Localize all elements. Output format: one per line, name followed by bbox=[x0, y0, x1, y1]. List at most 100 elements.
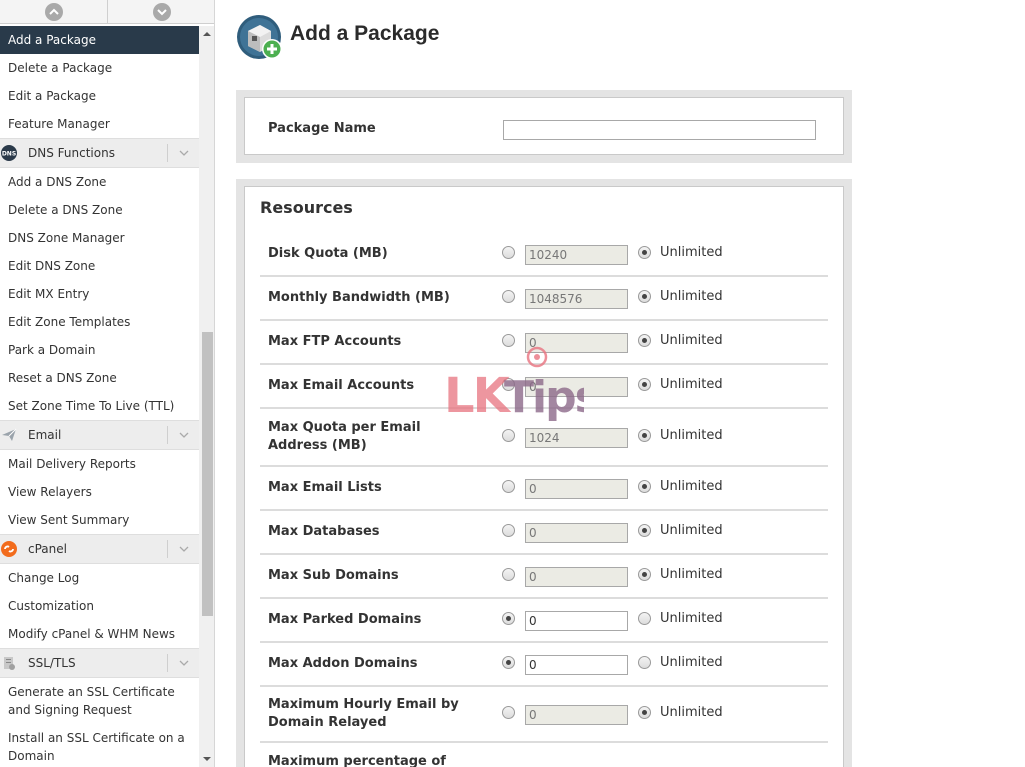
custom-value-radio[interactable] bbox=[502, 429, 515, 442]
resources-title: Resources bbox=[260, 198, 353, 217]
package-add-icon bbox=[236, 14, 284, 62]
sidebar-item-delete-a-package[interactable]: Delete a Package bbox=[0, 54, 199, 82]
sidebar-item-edit-mx-entry[interactable]: Edit MX Entry bbox=[0, 280, 199, 308]
sidebar-item-customization[interactable]: Customization bbox=[0, 592, 199, 620]
resource-row-monthly-bandwidth-mb: Monthly Bandwidth (MB) 1048576 Unlimited bbox=[260, 277, 828, 321]
unlimited-radio[interactable] bbox=[638, 568, 651, 581]
unlimited-label: Unlimited bbox=[660, 567, 723, 582]
resource-row-max-email-lists: Max Email Lists 0 Unlimited bbox=[260, 467, 828, 511]
main-content: Add a Package Package Name Resources Dis… bbox=[215, 0, 1025, 767]
unlimited-label: Unlimited bbox=[660, 705, 723, 720]
unlimited-radio[interactable] bbox=[638, 612, 651, 625]
sidebar-item-mail-delivery-reports[interactable]: Mail Delivery Reports bbox=[0, 450, 199, 478]
custom-value-radio[interactable] bbox=[502, 706, 515, 719]
chevron-down-icon[interactable] bbox=[167, 540, 199, 558]
unlimited-radio[interactable] bbox=[638, 524, 651, 537]
unlimited-label: Unlimited bbox=[660, 655, 723, 670]
resource-value-input[interactable]: 0 bbox=[525, 567, 628, 587]
sidebar-group-email[interactable]: Email bbox=[0, 420, 199, 450]
sidebar-group-label: DNS Functions bbox=[28, 146, 115, 160]
unlimited-radio[interactable] bbox=[638, 480, 651, 493]
custom-value-radio[interactable] bbox=[502, 246, 515, 259]
sidebar-item-change-log[interactable]: Change Log bbox=[0, 564, 199, 592]
unlimited-radio[interactable] bbox=[638, 429, 651, 442]
watermark-lk: LK bbox=[444, 368, 512, 424]
resource-label: Disk Quota (MB) bbox=[268, 246, 388, 261]
sidebar-group-cpanel[interactable]: cPanel bbox=[0, 534, 199, 564]
sidebar-item-edit-dns-zone[interactable]: Edit DNS Zone bbox=[0, 252, 199, 280]
svg-text:DNS: DNS bbox=[2, 151, 16, 158]
custom-value-radio[interactable] bbox=[502, 612, 515, 625]
cpanel-icon bbox=[1, 541, 17, 557]
unlimited-radio[interactable] bbox=[638, 246, 651, 259]
unlimited-radio[interactable] bbox=[638, 334, 651, 347]
unlimited-radio[interactable] bbox=[638, 656, 651, 669]
resource-value-input[interactable]: 0 bbox=[525, 705, 628, 725]
package-name-input[interactable] bbox=[503, 120, 816, 140]
resource-value-input[interactable]: 0 bbox=[525, 523, 628, 543]
custom-value-radio[interactable] bbox=[502, 656, 515, 669]
sidebar-group-dns-functions[interactable]: DNS DNS Functions bbox=[0, 138, 199, 168]
resources-panel: Resources Disk Quota (MB) 10240 Unlimited M… bbox=[236, 179, 852, 767]
resource-value-input[interactable]: 1024 bbox=[525, 428, 628, 448]
chevron-up-icon bbox=[44, 2, 63, 21]
resource-value-input[interactable]: 0 bbox=[525, 479, 628, 499]
resource-value-input[interactable]: 1048576 bbox=[525, 289, 628, 309]
unlimited-label: Unlimited bbox=[660, 523, 723, 538]
unlimited-label: Unlimited bbox=[660, 377, 723, 392]
sidebar-item-view-sent-summary[interactable]: View Sent Summary bbox=[0, 506, 199, 534]
sidebar-scroll-controls bbox=[0, 0, 214, 24]
dns-icon: DNS bbox=[1, 145, 17, 161]
sidebar-scrollbar[interactable] bbox=[199, 26, 214, 767]
sidebar-item-add-a-package[interactable]: Add a Package bbox=[0, 26, 199, 54]
sidebar-item-edit-a-package[interactable]: Edit a Package bbox=[0, 82, 199, 110]
custom-value-radio[interactable] bbox=[502, 568, 515, 581]
custom-value-radio[interactable] bbox=[502, 524, 515, 537]
sidebar-item-dns-zone-manager[interactable]: DNS Zone Manager bbox=[0, 224, 199, 252]
scrollbar-up-arrow-icon[interactable] bbox=[199, 26, 214, 42]
unlimited-radio[interactable] bbox=[638, 378, 651, 391]
sidebar-scroll-up-button[interactable] bbox=[0, 0, 107, 23]
scrollbar-down-arrow-icon[interactable] bbox=[199, 751, 214, 767]
sidebar-item-delete-a-dns-zone[interactable]: Delete a DNS Zone bbox=[0, 196, 199, 224]
sidebar: Add a Package Delete a Package Edit a Pack… bbox=[0, 0, 215, 767]
sidebar-item-edit-zone-templates[interactable]: Edit Zone Templates bbox=[0, 308, 199, 336]
package-name-panel: Package Name bbox=[236, 90, 852, 163]
resource-value-input[interactable]: 0 bbox=[525, 611, 628, 631]
unlimited-radio[interactable] bbox=[638, 706, 651, 719]
lktips-watermark-logo: LK Tips bbox=[444, 345, 602, 425]
sidebar-group-label: Email bbox=[28, 428, 62, 442]
unlimited-label: Unlimited bbox=[660, 428, 723, 443]
custom-value-radio[interactable] bbox=[502, 480, 515, 493]
sidebar-item-generate-an-ssl-certificate-and-signing-request[interactable]: Generate an SSL Certificate and Signing … bbox=[0, 678, 199, 724]
chevron-down-icon[interactable] bbox=[167, 426, 199, 444]
sidebar-nav: Add a Package Delete a Package Edit a Pack… bbox=[0, 26, 199, 767]
sidebar-item-view-relayers[interactable]: View Relayers bbox=[0, 478, 199, 506]
unlimited-radio[interactable] bbox=[638, 290, 651, 303]
sidebar-item-install-an-ssl-certificate-on-a-domain[interactable]: Install an SSL Certificate on a Domain bbox=[0, 724, 199, 767]
sidebar-item-reset-a-dns-zone[interactable]: Reset a DNS Zone bbox=[0, 364, 199, 392]
sidebar-scroll-down-button[interactable] bbox=[107, 0, 214, 23]
sidebar-item-modify-cpanel-and-whm-news[interactable]: Modify cPanel & WHM News bbox=[0, 620, 199, 648]
sidebar-item-set-zone-time-to-live-ttl[interactable]: Set Zone Time To Live (TTL) bbox=[0, 392, 199, 420]
resource-value-input[interactable]: 10240 bbox=[525, 245, 628, 265]
sidebar-group-ssl-tls[interactable]: SSL/TLS bbox=[0, 648, 199, 678]
resource-label: Monthly Bandwidth (MB) bbox=[268, 290, 450, 305]
resource-value-input[interactable]: 0 bbox=[525, 655, 628, 675]
sidebar-item-park-a-domain[interactable]: Park a Domain bbox=[0, 336, 199, 364]
resource-label: Max Email Lists bbox=[268, 480, 382, 495]
unlimited-label: Unlimited bbox=[660, 289, 723, 304]
chevron-down-icon[interactable] bbox=[167, 654, 199, 672]
sidebar-group-label: SSL/TLS bbox=[28, 656, 76, 670]
resource-label: Max Addon Domains bbox=[268, 656, 418, 671]
scrollbar-thumb[interactable] bbox=[202, 332, 213, 616]
chevron-down-icon[interactable] bbox=[167, 144, 199, 162]
unlimited-label: Unlimited bbox=[660, 479, 723, 494]
resource-row-max-parked-domains: Max Parked Domains 0 Unlimited bbox=[260, 599, 828, 643]
sidebar-item-feature-manager[interactable]: Feature Manager bbox=[0, 110, 199, 138]
resource-row-max-databases: Max Databases 0 Unlimited bbox=[260, 511, 828, 555]
resource-row-maximum-percentage-of: Maximum percentage of bbox=[260, 743, 828, 767]
sidebar-item-add-a-dns-zone[interactable]: Add a DNS Zone bbox=[0, 168, 199, 196]
page-title: Add a Package bbox=[290, 22, 440, 45]
custom-value-radio[interactable] bbox=[502, 290, 515, 303]
